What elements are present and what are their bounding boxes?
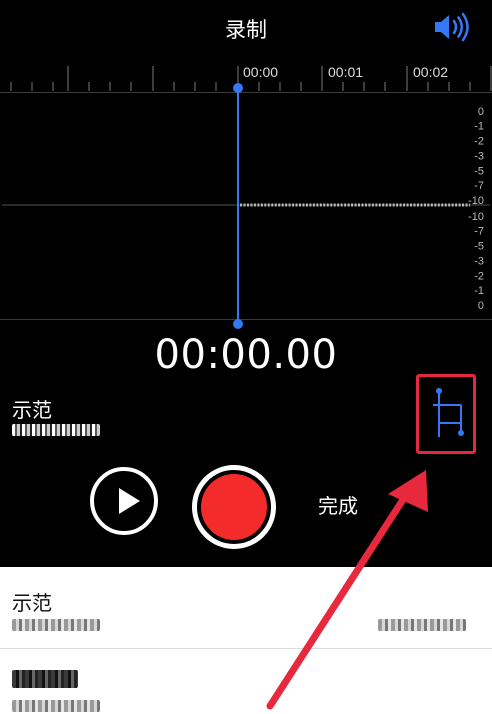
scale-label: -10 xyxy=(468,211,484,223)
scale-label: -1 xyxy=(474,121,484,133)
timeline-label: 00:01 xyxy=(328,64,363,80)
scale-label: -1 xyxy=(474,285,484,297)
scale-label: 0 xyxy=(478,106,484,118)
play-button[interactable] xyxy=(90,467,158,535)
list-item-name-blurred xyxy=(12,670,78,688)
record-button[interactable] xyxy=(192,465,276,549)
speaker-button[interactable] xyxy=(430,10,476,44)
scale-label: -10 xyxy=(468,195,484,207)
scale-label: -7 xyxy=(474,180,484,192)
scale-label: -5 xyxy=(474,241,484,253)
play-icon xyxy=(119,488,140,514)
scale-label: -2 xyxy=(474,136,484,148)
timeline-label: 00:02 xyxy=(413,64,448,80)
playhead-bottom-handle[interactable] xyxy=(233,319,243,329)
scale-label: 0 xyxy=(478,300,484,312)
playhead-top-handle[interactable] xyxy=(233,83,243,93)
elapsed-timer: 00:00.00 xyxy=(154,332,338,378)
record-dot-icon xyxy=(201,474,267,540)
trim-icon xyxy=(433,388,464,437)
list-item-duration-blurred xyxy=(378,619,466,631)
list-item-date-blurred xyxy=(12,619,100,631)
list-item[interactable]: 示范 xyxy=(0,567,492,649)
list-item-date-blurred xyxy=(12,700,100,712)
speaker-volume-icon xyxy=(435,12,469,42)
list-item[interactable] xyxy=(0,650,492,714)
list-item-name: 示范 xyxy=(12,593,52,615)
timeline-label: 00:00 xyxy=(243,64,278,80)
trim-button[interactable] xyxy=(416,374,476,454)
scale-label: -7 xyxy=(474,226,484,238)
scale-label: -3 xyxy=(474,150,484,162)
recording-name[interactable]: 示范 xyxy=(12,394,52,423)
playhead[interactable] xyxy=(228,80,248,332)
scale-label: -3 xyxy=(474,255,484,267)
page-title: 录制 xyxy=(225,19,267,42)
scale-label: -5 xyxy=(474,165,484,177)
header: 录制 xyxy=(0,0,492,56)
recording-date-blurred xyxy=(12,424,100,438)
recordings-list: 示范 xyxy=(0,567,492,714)
scale-label: -2 xyxy=(474,270,484,282)
done-button[interactable]: 完成 xyxy=(318,490,358,519)
